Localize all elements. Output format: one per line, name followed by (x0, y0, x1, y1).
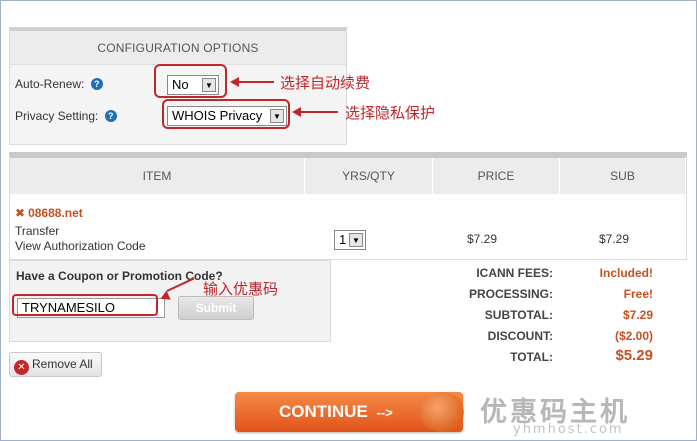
close-icon: ✕ (14, 360, 29, 375)
subtotal-label: SUBTOTAL: (484, 308, 553, 322)
quantity-value: 1 (339, 232, 347, 247)
icann-fees-value: Included! (599, 266, 653, 280)
table-header: ITEM YRS/QTY PRICE SUB (10, 158, 686, 194)
watermark-url: yhmhost.com (513, 422, 624, 437)
domain-remove-link[interactable]: ✖ 08688.net (15, 206, 83, 220)
chevron-down-icon: ▼ (349, 233, 363, 247)
continue-arrow: --> (376, 405, 393, 420)
watermark-logo (420, 392, 464, 432)
icann-fees-label: ICANN FEES: (476, 266, 553, 280)
discount-label: DISCOUNT: (487, 329, 553, 343)
domain-name: 08688.net (28, 206, 83, 220)
privacy-annotation: 选择隐私保护 (345, 104, 436, 122)
discount-value: ($2.00) (614, 329, 653, 343)
coupon-highlight (12, 294, 158, 316)
arrow-line (300, 111, 338, 113)
privacy-highlight (162, 99, 290, 129)
remove-all-label: Remove All (32, 357, 93, 371)
coupon-annotation: 输入优惠码 (203, 280, 279, 298)
auto-renew-row: Auto-Renew: ? (15, 77, 103, 91)
item-subtotal: $7.29 (599, 232, 630, 246)
help-icon[interactable]: ? (104, 110, 117, 122)
item-price: $7.29 (467, 232, 498, 246)
auto-renew-highlight (154, 64, 227, 98)
privacy-setting-row: Privacy Setting: ? (15, 109, 117, 123)
view-authorization-code-link[interactable]: View Authorization Code (15, 239, 146, 254)
privacy-setting-label: Privacy Setting: (15, 109, 99, 123)
configuration-heading: CONFIGURATION OPTIONS (10, 31, 346, 65)
column-header-price: PRICE (433, 158, 560, 194)
column-header-sub: SUB (560, 158, 686, 194)
column-header-item: ITEM (10, 158, 305, 194)
processing-value: Free! (623, 287, 653, 301)
auto-renew-label: Auto-Renew: (15, 77, 85, 91)
processing-label: PROCESSING: (468, 287, 553, 301)
item-type: Transfer (15, 224, 60, 238)
total-value: $5.29 (615, 347, 653, 364)
arrow-line (238, 81, 274, 83)
continue-label: CONTINUE (279, 402, 368, 421)
remove-x-icon: ✖ (15, 206, 26, 220)
coupon-title: Have a Coupon or Promotion Code? (16, 269, 223, 283)
item-details: Transfer View Authorization Code (15, 224, 146, 254)
column-header-yrs-qty: YRS/QTY (305, 158, 433, 194)
subtotal-value: $7.29 (622, 308, 653, 322)
total-label: TOTAL: (510, 350, 553, 364)
remove-all-button[interactable]: ✕ Remove All (9, 352, 102, 377)
help-icon[interactable]: ? (90, 78, 103, 90)
cart-table: ITEM YRS/QTY PRICE SUB ✖ 08688.net Transf… (9, 152, 687, 260)
submit-coupon-button[interactable]: Submit (178, 296, 254, 320)
quantity-select[interactable]: 1 ▼ (334, 230, 366, 250)
auto-renew-annotation: 选择自动续费 (280, 74, 371, 92)
